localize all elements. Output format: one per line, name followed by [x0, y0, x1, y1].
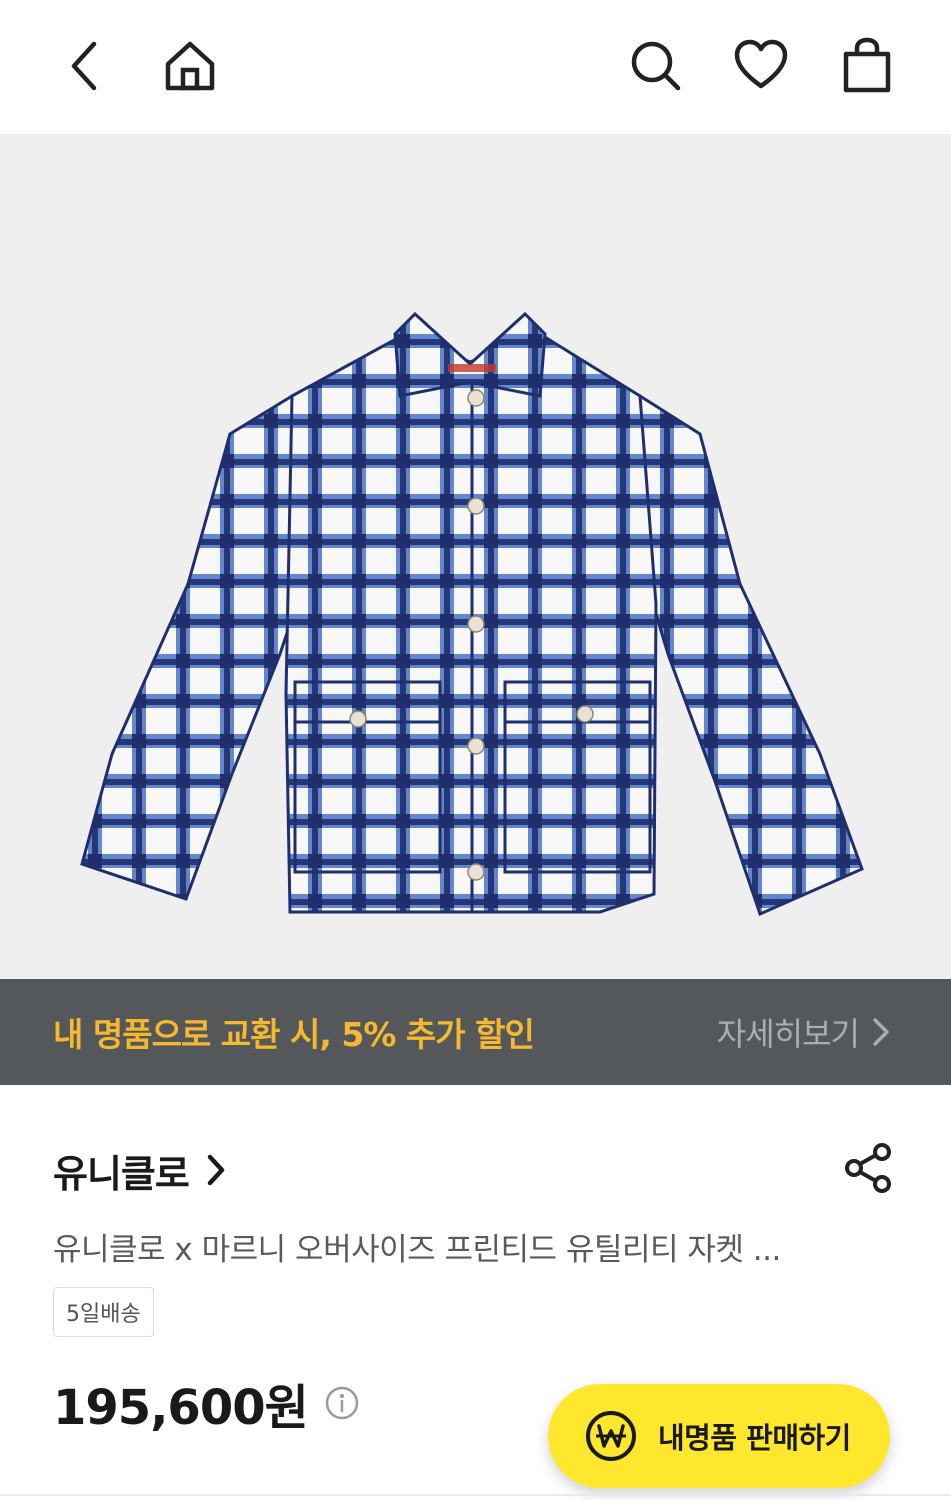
brand-link[interactable]: 유니클로 — [53, 1143, 227, 1198]
brand-row: 유니클로 — [53, 1140, 898, 1200]
home-icon — [165, 41, 215, 91]
share-button[interactable] — [842, 1140, 898, 1200]
info-icon[interactable] — [324, 1385, 360, 1421]
promo-more-label: 자세히보기 — [716, 1015, 860, 1053]
cart-button[interactable] — [835, 34, 899, 98]
promo-more-link[interactable]: 자세히보기 — [717, 1009, 891, 1055]
search-button[interactable] — [624, 34, 688, 98]
chevron-right-icon — [207, 1154, 225, 1186]
shopping-bag-icon — [843, 37, 891, 93]
sell-luxury-label: 내명품 판매하기 — [658, 1421, 851, 1455]
price-row: 195,600원 — [53, 1368, 360, 1438]
back-icon — [71, 41, 97, 91]
chevron-right-icon — [873, 1018, 889, 1046]
jacket-illustration — [80, 311, 864, 917]
share-icon — [845, 1143, 891, 1193]
won-icon — [586, 1411, 636, 1461]
price: 195,600원 — [53, 1380, 309, 1436]
search-icon — [631, 41, 681, 91]
sell-luxury-button[interactable]: 내명품 판매하기 — [548, 1384, 890, 1488]
product-title: 유니클로 x 마르니 오버사이즈 프린티드 유틸리티 자켓 ... — [53, 1232, 781, 1268]
heart-icon — [734, 39, 788, 89]
back-button[interactable] — [52, 34, 116, 98]
divider — [0, 1494, 951, 1496]
product-image[interactable] — [0, 134, 951, 979]
home-button[interactable] — [158, 34, 222, 98]
wishlist-button[interactable] — [729, 34, 793, 98]
shipping-badge: 5일배송 — [53, 1287, 154, 1337]
promo-text: 내 명품으로 교환 시, 5% 추가 할인 — [53, 1015, 535, 1054]
promo-banner[interactable]: 내 명품으로 교환 시, 5% 추가 할인 자세히보기 — [0, 979, 951, 1085]
top-nav-bar — [0, 0, 951, 134]
brand-name: 유니클로 — [53, 1151, 190, 1196]
